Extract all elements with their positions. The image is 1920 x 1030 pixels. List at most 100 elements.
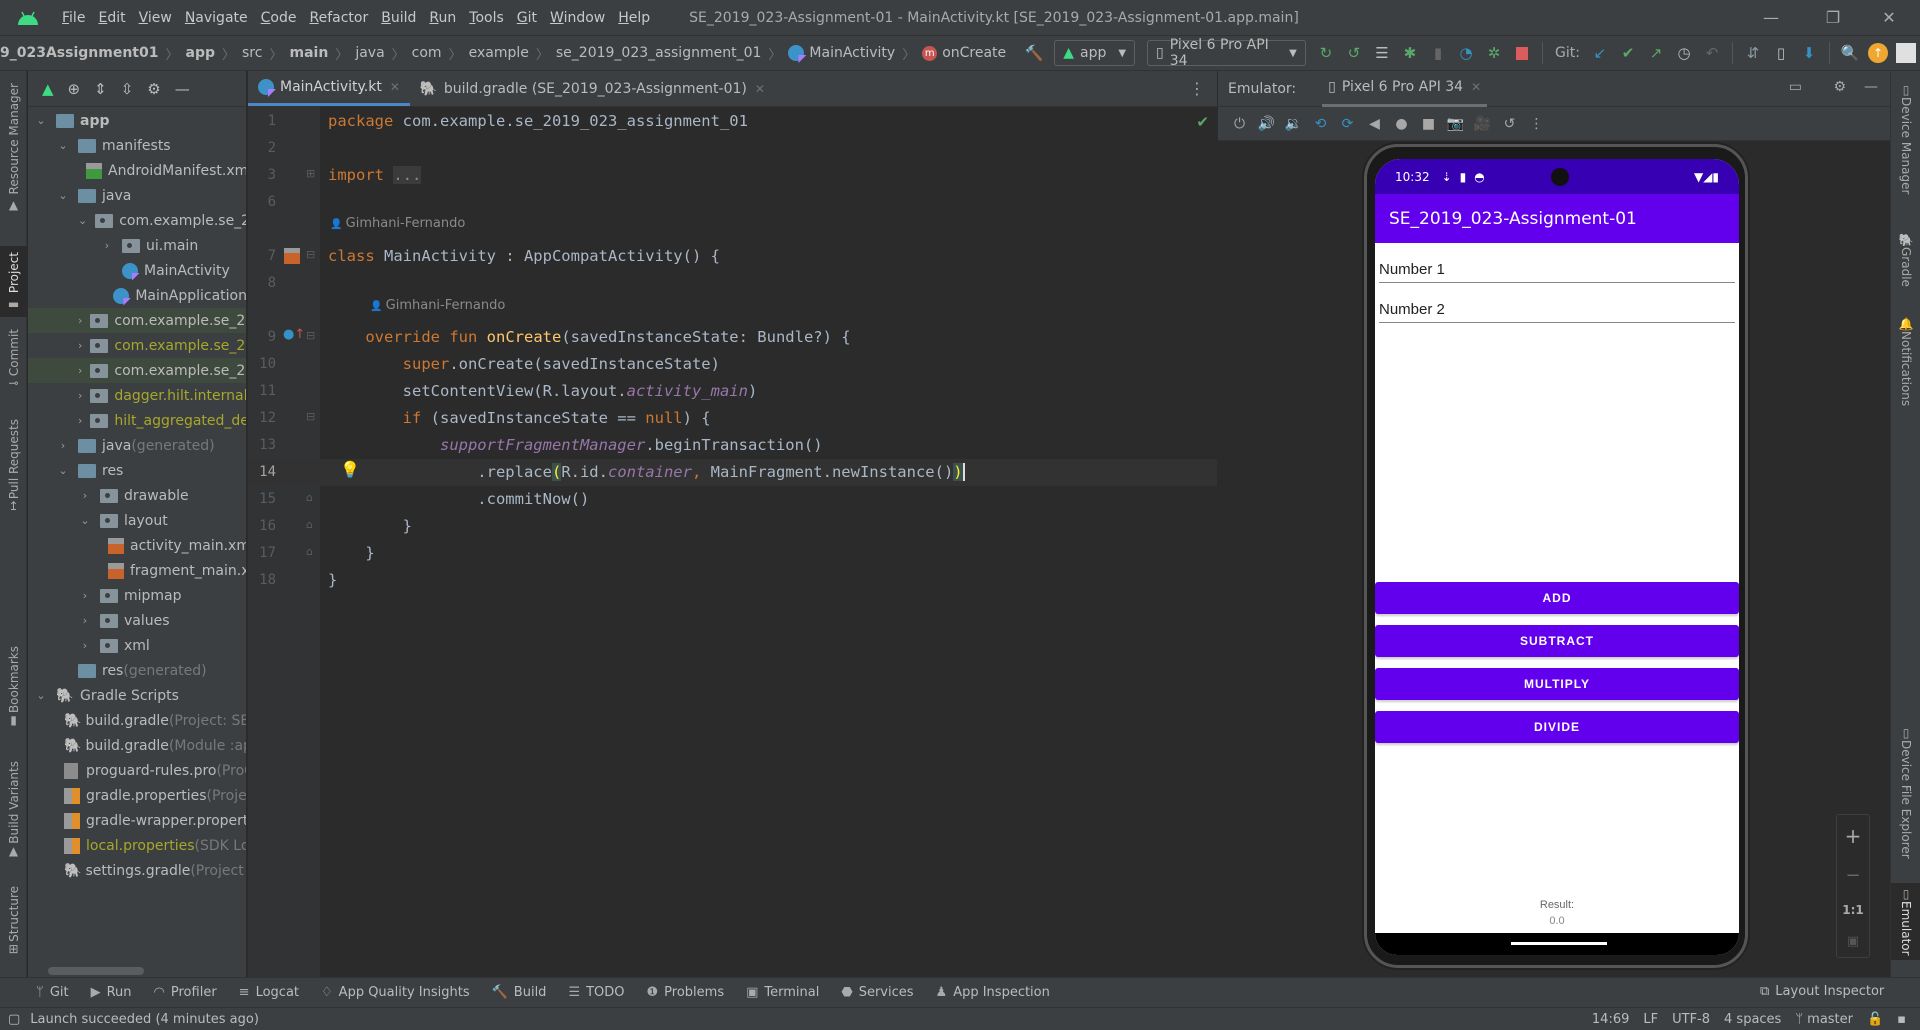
chevron-down-icon[interactable]: ⌄ [34, 114, 48, 127]
tree-item[interactable]: gradle-wrapper.properties (Gradle Versio… [28, 808, 246, 833]
history-icon[interactable]: ◷ [1674, 42, 1694, 64]
fold-if-icon[interactable]: ⊟ [306, 410, 315, 423]
code-line[interactable]: package com.example.se_2019_023_assignme… [320, 108, 1217, 135]
menu-build[interactable]: Build [381, 10, 416, 26]
device-select[interactable]: ▯ Pixel 6 Pro API 34 ▼ [1147, 37, 1306, 69]
fold-end-icon[interactable]: ⌂ [306, 518, 313, 531]
settings-gear-icon[interactable]: ⚙ [147, 80, 160, 98]
method-author-annotation[interactable]: 👤 Gimhani-Fernando [370, 298, 505, 313]
class-author-annotation[interactable]: 👤 Gimhani-Fernando [330, 216, 465, 231]
tree-item[interactable]: › java (generated) [28, 433, 246, 458]
menu-navigate[interactable]: Navigate [185, 10, 248, 26]
code-area[interactable]: ✔ package com.example.se_2019_023_assign… [320, 107, 1217, 977]
code-line[interactable]: class MainActivity : AppCompatActivity()… [320, 243, 1217, 270]
tab-emulator[interactable]: ▯ Emulator [1891, 883, 1920, 960]
zoom-1to1-button[interactable]: 1:1 [1842, 903, 1864, 917]
menu-help[interactable]: Help [618, 10, 650, 26]
line-number[interactable]: 3 [248, 162, 276, 189]
tool-window-terminal[interactable]: ▣ Terminal [746, 985, 819, 1000]
tool-window-app-inspection[interactable]: ♟ App Inspection [936, 985, 1050, 1000]
fold-method-icon[interactable]: ⊟ [306, 329, 315, 342]
layout-inspector-tab[interactable]: ⧉ Layout Inspector [1760, 984, 1884, 999]
tab-build-variants[interactable]: Build Variants ▲ [0, 761, 27, 858]
settings-gear-icon[interactable]: ⚙ [1833, 79, 1846, 95]
tree-item[interactable]: › values [28, 608, 246, 633]
code-line[interactable]: .replace(R.id.container, MainFragment.ne… [320, 459, 1217, 486]
run-tests-icon[interactable]: ☰ [1372, 42, 1392, 64]
volume-down-icon[interactable]: 🔉 [1280, 112, 1307, 136]
add-button[interactable]: ADD [1375, 582, 1739, 614]
indent-setting[interactable]: 4 spaces [1724, 1012, 1781, 1027]
tab-notifications[interactable]: 🔔 Notifications [1891, 317, 1920, 406]
line-number[interactable]: 13 [248, 432, 276, 459]
tree-item[interactable]: › mipmap [28, 583, 246, 608]
number2-input[interactable]: Number 2 [1379, 291, 1735, 323]
lock-icon[interactable]: 🔓 [1867, 1012, 1883, 1027]
tab-structure[interactable]: Structure ⊞ [0, 886, 27, 956]
menu-edit[interactable]: Edit [98, 10, 125, 26]
breadcrumb-item[interactable]: example [469, 45, 529, 61]
tool-window-services[interactable]: ⬣ Services [841, 985, 913, 1000]
tool-window-git[interactable]: ᛘ Git [36, 985, 69, 1000]
tree-item[interactable]: fragment_main.xml [28, 558, 246, 583]
tree-item[interactable]: ⌄ app [28, 108, 246, 133]
code-line[interactable]: .commitNow() [320, 486, 1217, 513]
overview-icon[interactable]: ■ [1415, 112, 1442, 136]
chevron-down-icon[interactable]: ⌄ [78, 214, 87, 227]
stop-icon[interactable] [1512, 42, 1532, 64]
tool-window-todo[interactable]: ☰ TODO [568, 985, 624, 1000]
rerun-icon[interactable]: ↻ [1316, 42, 1336, 64]
line-number[interactable]: 16 [248, 513, 276, 540]
menu-code[interactable]: Code [261, 10, 297, 26]
tree-item[interactable]: ⌄com.example.se_2019_023_assignment_01 [28, 208, 246, 233]
menu-run[interactable]: Run [429, 10, 456, 26]
subtract-button[interactable]: SUBTRACT [1375, 625, 1739, 657]
tree-item[interactable]: ›com.example.se_2019_023_assignment_01 (… [28, 358, 246, 383]
tree-item[interactable]: ›com.example.se_2019_023_assignment_01 (… [28, 308, 246, 333]
code-line[interactable] [320, 270, 1217, 297]
menu-tools[interactable]: Tools [469, 10, 504, 26]
line-number[interactable]: 6 [248, 189, 276, 216]
caret-position[interactable]: 14:69 [1592, 1012, 1629, 1027]
collapse-all-icon[interactable]: ⇳ [121, 80, 134, 98]
breadcrumb-item[interactable]: app [186, 45, 216, 61]
tree-item[interactable]: ⌄ manifests [28, 133, 246, 158]
line-number[interactable]: 9 [248, 324, 276, 351]
related-layout-icon[interactable] [284, 248, 300, 264]
event-log-icon[interactable]: ▪ [1897, 1012, 1906, 1027]
line-number[interactable]: 2 [248, 135, 276, 162]
tab-build-gradle[interactable]: 🐘 build.gradle (SE_2019_023-Assignment-01… [410, 71, 775, 106]
profile-icon[interactable]: ◔ [1456, 42, 1476, 64]
snapshot-icon[interactable]: ↺ [1496, 112, 1523, 136]
line-number[interactable]: 1 [248, 108, 276, 135]
android-view-icon[interactable]: ▲ [42, 80, 54, 98]
zoom-in-button[interactable]: + [1845, 824, 1862, 848]
status-message[interactable]: Launch succeeded (4 minutes ago) [30, 1012, 259, 1027]
tree-item[interactable]: › xml [28, 633, 246, 658]
tool-window-logcat[interactable]: ≡ Logcat [239, 985, 299, 1000]
lightbulb-intention-icon[interactable]: 💡 [340, 460, 360, 479]
tool-window-problems[interactable]: ❶ Problems [647, 985, 725, 1000]
hide-panel-icon[interactable]: — [175, 80, 190, 98]
tool-window-run[interactable]: ▶ Run [91, 985, 132, 1000]
tab-resource-manager[interactable]: Resource Manager ▲ [0, 83, 27, 212]
git-push-icon[interactable]: ↗ [1646, 42, 1666, 64]
breadcrumb-item[interactable]: MainActivity [788, 45, 895, 61]
chevron-down-icon[interactable]: ⌄ [56, 139, 70, 152]
chevron-right-icon[interactable]: › [78, 339, 82, 352]
tree-item[interactable]: 🐘settings.gradle (Project Settings) [28, 858, 246, 883]
divide-button[interactable]: DIVIDE [1375, 711, 1739, 743]
tree-item[interactable]: ›hilt_aggregated_deps [28, 408, 246, 433]
line-number[interactable]: 17 [248, 540, 276, 567]
code-line[interactable]: setContentView(R.layout.activity_main) [320, 378, 1217, 405]
expand-all-icon[interactable]: ⇕ [94, 80, 107, 98]
screenshot-camera-icon[interactable]: 📷 [1442, 112, 1469, 136]
tab-gradle[interactable]: 🐘 Gradle [1891, 233, 1920, 287]
close-tab-icon[interactable]: ✕ [390, 80, 400, 94]
tree-item[interactable]: activity_main.xml [28, 533, 246, 558]
chevron-down-icon[interactable]: ⌄ [34, 689, 48, 702]
tree-item[interactable]: ⌄ 🐘 Gradle Scripts [28, 683, 246, 708]
chevron-right-icon[interactable]: › [78, 314, 82, 327]
chevron-down-icon[interactable]: ⌄ [56, 189, 70, 202]
code-line[interactable] [320, 135, 1217, 162]
